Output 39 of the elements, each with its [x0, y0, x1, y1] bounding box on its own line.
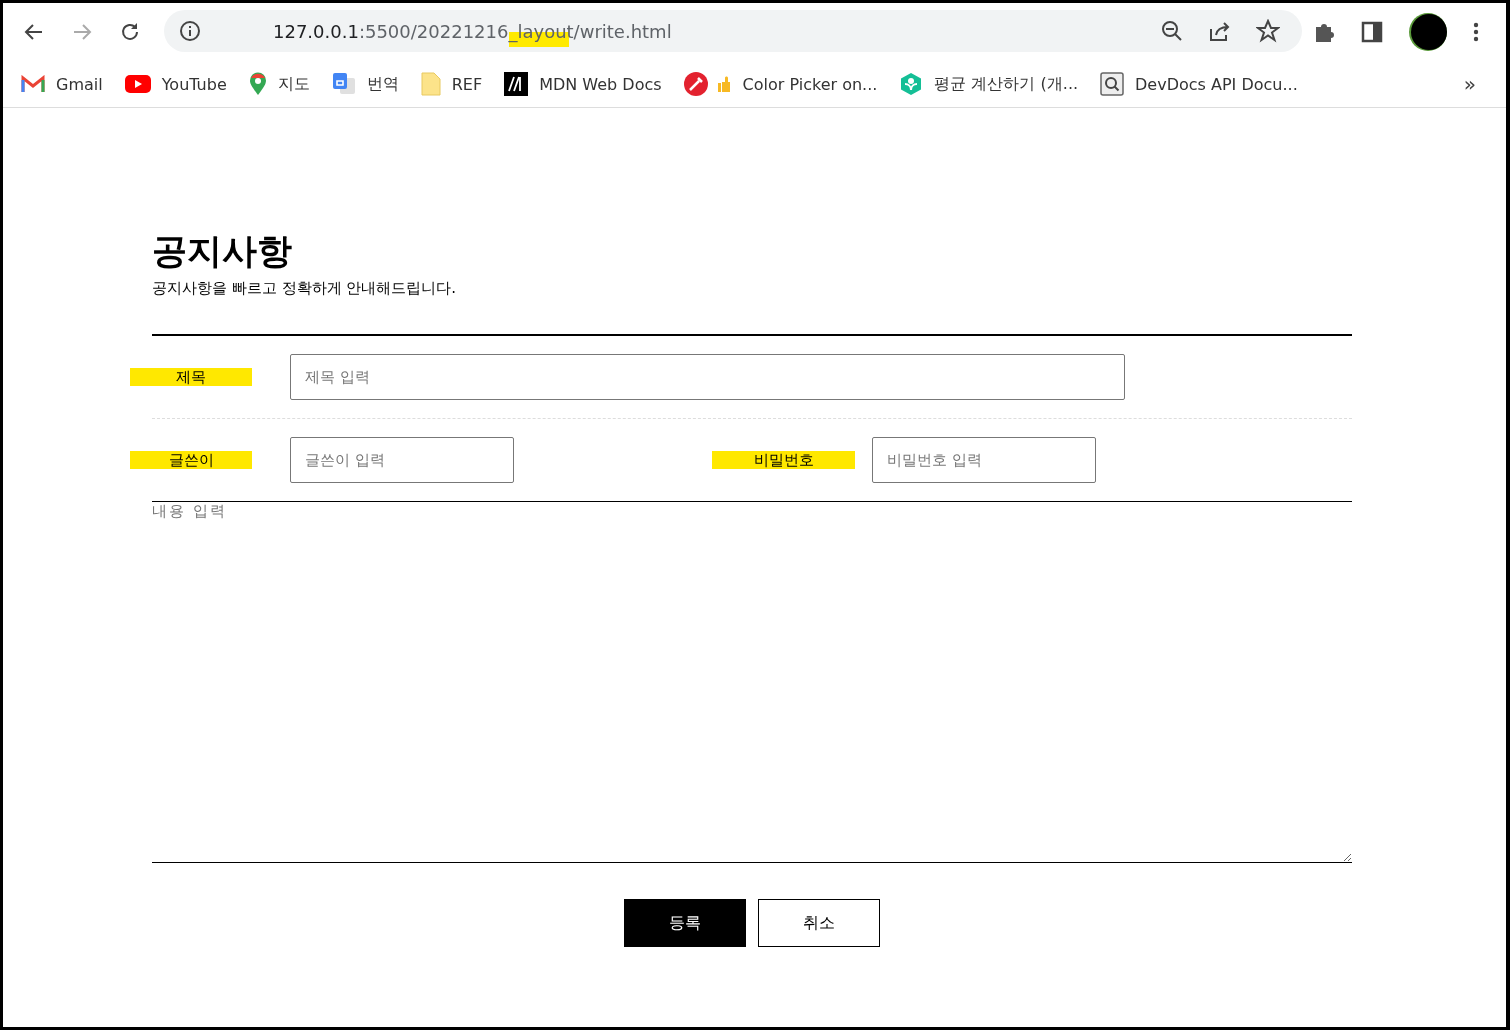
hexagon-logo-icon [899, 72, 924, 96]
content-field[interactable]: 내용 입력 [152, 501, 1352, 863]
bookmark-label[interactable]: 지도 [277, 73, 310, 95]
field-label: 제목 [130, 368, 252, 386]
bookmark-label[interactable]: Gmail [56, 74, 103, 94]
cancel-button[interactable]: 취소 [758, 899, 880, 947]
translate-icon [331, 72, 356, 96]
url-path: :5500/20221216_layout/write.html [358, 20, 672, 42]
bookmark-label[interactable]: REF [451, 74, 483, 94]
page-subtitle: 공지사항을 빠르고 정확하게 안내해드립니다. [152, 278, 458, 298]
zoom-out-icon[interactable] [1160, 19, 1184, 43]
info-icon[interactable] [179, 20, 201, 42]
input-field[interactable]: 제목 입력 [290, 354, 1125, 400]
url-host: 127.0.0.1 [273, 20, 359, 42]
map-pin-icon [248, 72, 267, 96]
side-panel-icon[interactable] [1360, 20, 1384, 44]
field-label: 글쓴이 [130, 451, 252, 469]
menu-icon[interactable] [1472, 20, 1480, 44]
page-title: 공지사항 [152, 230, 293, 273]
mail-icon [21, 75, 45, 93]
search-icon [1100, 72, 1125, 96]
bookmark-label[interactable]: DevDocs API Docu... [1135, 74, 1298, 94]
bookmark-label[interactable]: YouTube [161, 74, 227, 94]
submit-button[interactable]: 등록 [624, 899, 746, 947]
color-picker-icon [683, 72, 732, 96]
play-icon [124, 75, 151, 93]
folder-icon [420, 72, 441, 96]
bookmark-label[interactable]: MDN Web Docs [539, 74, 662, 94]
bookmark-label[interactable]: Color Picker on... [742, 74, 878, 94]
share-icon[interactable] [1208, 19, 1232, 43]
bookmarks-overflow-button[interactable]: » [1463, 72, 1476, 96]
mdn-logo-icon [504, 72, 529, 96]
password-field[interactable]: 비밀번호 입력 [872, 437, 1096, 483]
star-icon[interactable] [1256, 19, 1280, 43]
bookmark-label[interactable]: 평균 계산하기 (개... [934, 73, 1079, 95]
avatar-icon[interactable] [1408, 12, 1448, 52]
bookmark-label[interactable]: 번역 [366, 73, 399, 95]
field-label: 비밀번호 [712, 451, 855, 469]
input-field[interactable]: 글쓴이 입력 [290, 437, 514, 483]
